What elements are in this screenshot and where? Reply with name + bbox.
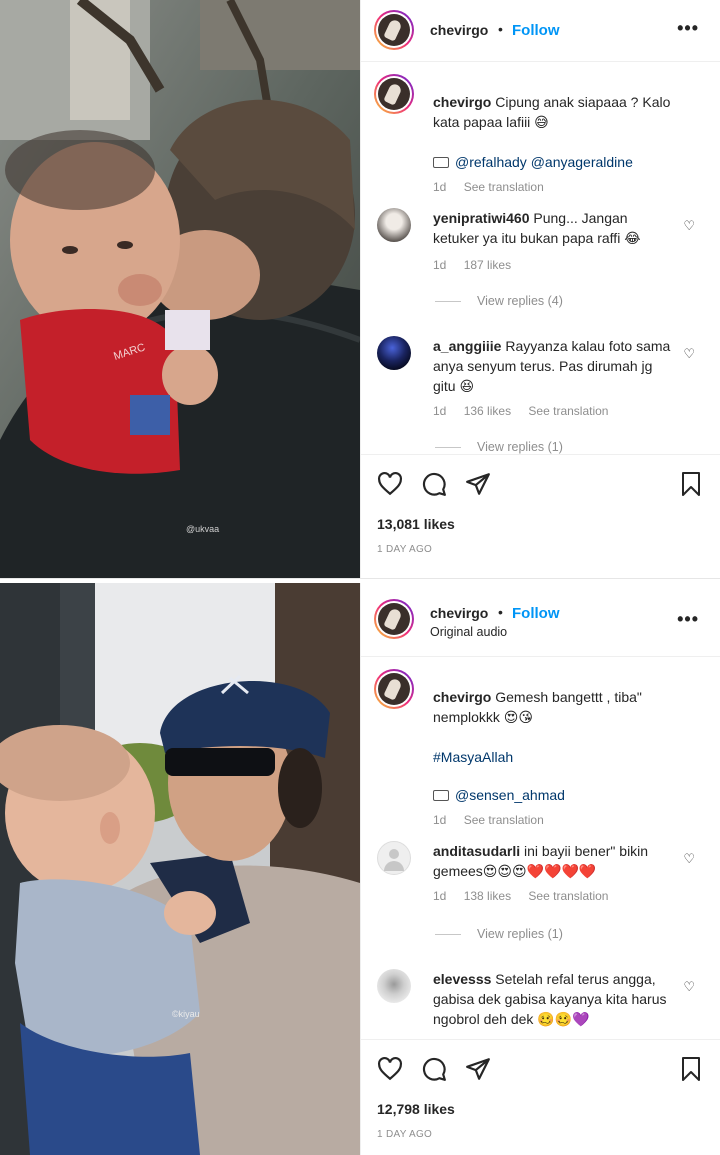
- like-comment-heart-icon[interactable]: ♡: [683, 218, 695, 234]
- follow-button[interactable]: Follow: [512, 605, 560, 622]
- save-bookmark-icon[interactable]: [679, 471, 703, 497]
- post-1-header: chevirgo • Follow •••: [361, 0, 720, 62]
- avatar[interactable]: [374, 10, 414, 50]
- avatar[interactable]: [377, 841, 411, 875]
- share-send-icon[interactable]: [465, 471, 491, 497]
- like-comment-heart-icon[interactable]: ♡: [683, 979, 695, 995]
- like-count[interactable]: 12,798 likes: [377, 1101, 455, 1117]
- avatar[interactable]: [377, 208, 411, 242]
- caption-username[interactable]: chevirgo: [433, 689, 491, 705]
- tagged-users[interactable]: @sensen_ahmad: [455, 787, 565, 803]
- comment-bubble-icon[interactable]: [421, 471, 447, 497]
- comment: yenipratiwi460 Pung... Jangan ketuker ya…: [377, 206, 697, 306]
- caption-time: 1d: [433, 180, 447, 194]
- separator-dot: •: [498, 604, 503, 620]
- see-translation-link[interactable]: See translation: [464, 813, 544, 827]
- like-count[interactable]: 13,081 likes: [377, 516, 455, 532]
- caption-username[interactable]: chevirgo: [433, 94, 491, 110]
- caption: chevirgo Gemesh bangettt , tiba" nemplok…: [374, 669, 697, 827]
- comment-username[interactable]: anditasudarli: [433, 843, 520, 859]
- save-bookmark-icon[interactable]: [679, 1056, 703, 1082]
- post-2-image: [0, 583, 360, 1155]
- post-1-image: MARC: [0, 0, 360, 580]
- comment-time: 1d: [433, 889, 447, 903]
- see-translation-link[interactable]: See translation: [528, 404, 608, 418]
- more-options-button[interactable]: •••: [677, 18, 699, 39]
- post-1-actions: 13,081 likes 1 DAY AGO: [361, 454, 720, 580]
- comment-likes[interactable]: 138 likes: [464, 889, 511, 903]
- posted-time: 1 DAY AGO: [377, 1129, 433, 1140]
- follow-button[interactable]: Follow: [512, 22, 560, 39]
- like-heart-icon[interactable]: [377, 1056, 403, 1082]
- tagged-users[interactable]: @refalhady @anyageraldine: [455, 154, 633, 170]
- username[interactable]: chevirgo: [430, 605, 488, 621]
- comment: a_anggiiie Rayyanza kalau foto sama anya…: [377, 334, 697, 454]
- separator-dot: •: [498, 21, 503, 37]
- like-heart-icon[interactable]: [377, 471, 403, 497]
- post-2: ©kiyau chevirgo • Follow Original audio …: [0, 583, 720, 1155]
- post-1-panel: chevirgo • Follow ••• chevirgo Cipung an…: [360, 0, 720, 580]
- like-comment-heart-icon[interactable]: ♡: [683, 346, 695, 362]
- post-2-panel: chevirgo • Follow Original audio ••• che…: [360, 583, 720, 1155]
- hashtag[interactable]: #MasyaAllah: [433, 747, 683, 767]
- caption-time: 1d: [433, 813, 447, 827]
- comments-section[interactable]: chevirgo Gemesh bangettt , tiba" nemplok…: [361, 657, 720, 1039]
- like-comment-heart-icon[interactable]: ♡: [683, 851, 695, 867]
- caption: chevirgo Cipung anak siapaaa ? Kalo kata…: [374, 74, 697, 206]
- username[interactable]: chevirgo: [430, 22, 488, 38]
- avatar[interactable]: [374, 669, 414, 709]
- post-2-photo[interactable]: ©kiyau: [0, 583, 360, 1155]
- view-replies-link[interactable]: View replies (1): [435, 440, 563, 454]
- comment-bubble-icon[interactable]: [421, 1056, 447, 1082]
- post-2-actions: 12,798 likes 1 DAY AGO: [361, 1039, 720, 1155]
- comment: anditasudarli ini bayii bener" bikin gem…: [377, 839, 697, 939]
- see-translation-link[interactable]: See translation: [464, 180, 544, 194]
- post-1-photo[interactable]: MARC @ukvaa: [0, 0, 360, 580]
- avatar[interactable]: [374, 74, 414, 114]
- view-replies-link[interactable]: View replies (4): [435, 294, 563, 308]
- avatar[interactable]: [374, 599, 414, 639]
- posted-time: 1 DAY AGO: [377, 544, 433, 555]
- share-send-icon[interactable]: [465, 1056, 491, 1082]
- comment-username[interactable]: yenipratiwi460: [433, 210, 530, 226]
- avatar[interactable]: [377, 969, 411, 1003]
- more-options-button[interactable]: •••: [677, 609, 699, 630]
- avatar[interactable]: [377, 336, 411, 370]
- watermark: @ukvaa: [186, 524, 220, 534]
- comment-time: 1d: [433, 258, 447, 272]
- comment-username[interactable]: elevesss: [433, 971, 491, 987]
- see-translation-link[interactable]: See translation: [528, 889, 608, 903]
- comment-time: 1d: [433, 404, 447, 418]
- comment-likes[interactable]: 136 likes: [464, 404, 511, 418]
- view-replies-link[interactable]: View replies (1): [435, 927, 563, 941]
- comment: elevesss Setelah refal terus angga, gabi…: [377, 967, 697, 1039]
- comment-likes[interactable]: 187 likes: [464, 258, 511, 272]
- tag-people-icon: [433, 790, 449, 801]
- watermark: ©kiyau: [172, 1009, 200, 1019]
- post-2-header: chevirgo • Follow Original audio •••: [361, 583, 720, 657]
- comments-section[interactable]: chevirgo Cipung anak siapaaa ? Kalo kata…: [361, 62, 720, 454]
- tag-people-icon: [433, 157, 449, 168]
- audio-label[interactable]: Original audio: [430, 625, 507, 639]
- comment-username[interactable]: a_anggiiie: [433, 338, 501, 354]
- post-1: MARC @ukvaa chevirgo • Follow ••• chevir…: [0, 0, 720, 580]
